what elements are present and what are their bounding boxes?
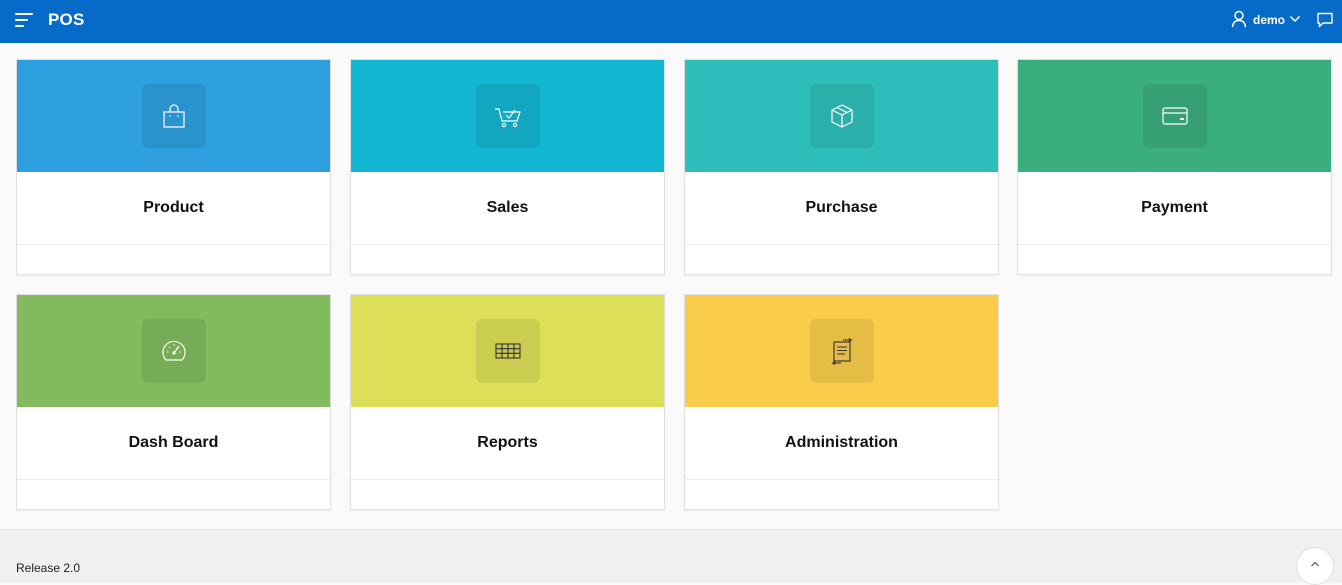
card-title: Reports xyxy=(477,434,538,451)
icon-container xyxy=(141,319,206,383)
chevron-down-icon xyxy=(1289,15,1301,23)
icon-container xyxy=(141,84,206,148)
hamburger-menu-icon[interactable] xyxy=(15,13,33,27)
transfer-document-icon xyxy=(830,338,853,365)
icon-container xyxy=(475,84,540,148)
icon-container xyxy=(475,319,540,383)
card-title: Sales xyxy=(486,199,529,216)
card-divider xyxy=(1018,244,1331,245)
user-name: demo xyxy=(1253,13,1286,27)
credit-card-icon xyxy=(1161,107,1188,125)
user-icon xyxy=(1231,10,1247,28)
chevron-up-icon xyxy=(1311,561,1319,567)
card-divider xyxy=(351,244,664,245)
card-divider xyxy=(685,479,998,480)
cart-check-icon xyxy=(494,108,521,128)
card-title: Administration xyxy=(785,434,898,451)
table-grid-icon xyxy=(494,343,521,359)
footer: Release 2.0 xyxy=(0,529,1342,585)
card-payment[interactable]: Payment xyxy=(1017,59,1332,275)
chat-bubble-icon[interactable] xyxy=(1316,11,1334,29)
card-title: Payment xyxy=(1141,199,1208,216)
card-divider xyxy=(17,479,330,480)
app-title[interactable]: POS xyxy=(48,10,85,30)
card-administration[interactable]: Administration xyxy=(684,294,999,510)
top-navigation-bar: POS demo xyxy=(0,0,1342,43)
card-sales[interactable]: Sales xyxy=(350,59,665,275)
icon-container xyxy=(1142,84,1207,148)
card-dash-board[interactable]: Dash Board xyxy=(16,294,331,510)
card-title: Purchase xyxy=(805,199,878,216)
speedometer-icon xyxy=(161,340,186,361)
scroll-to-top-button[interactable] xyxy=(1296,547,1334,585)
card-title: Product xyxy=(143,199,204,216)
card-title: Dash Board xyxy=(128,434,219,451)
icon-container xyxy=(809,319,874,383)
shopping-bag-icon xyxy=(162,104,185,128)
card-divider xyxy=(17,244,330,245)
card-divider xyxy=(351,479,664,480)
card-purchase[interactable]: Purchase xyxy=(684,59,999,275)
icon-container xyxy=(809,84,874,148)
release-version: Release 2.0 xyxy=(16,561,81,575)
card-divider xyxy=(685,244,998,245)
card-reports[interactable]: Reports xyxy=(350,294,665,510)
card-product[interactable]: Product xyxy=(16,59,331,275)
box-icon xyxy=(830,104,853,128)
